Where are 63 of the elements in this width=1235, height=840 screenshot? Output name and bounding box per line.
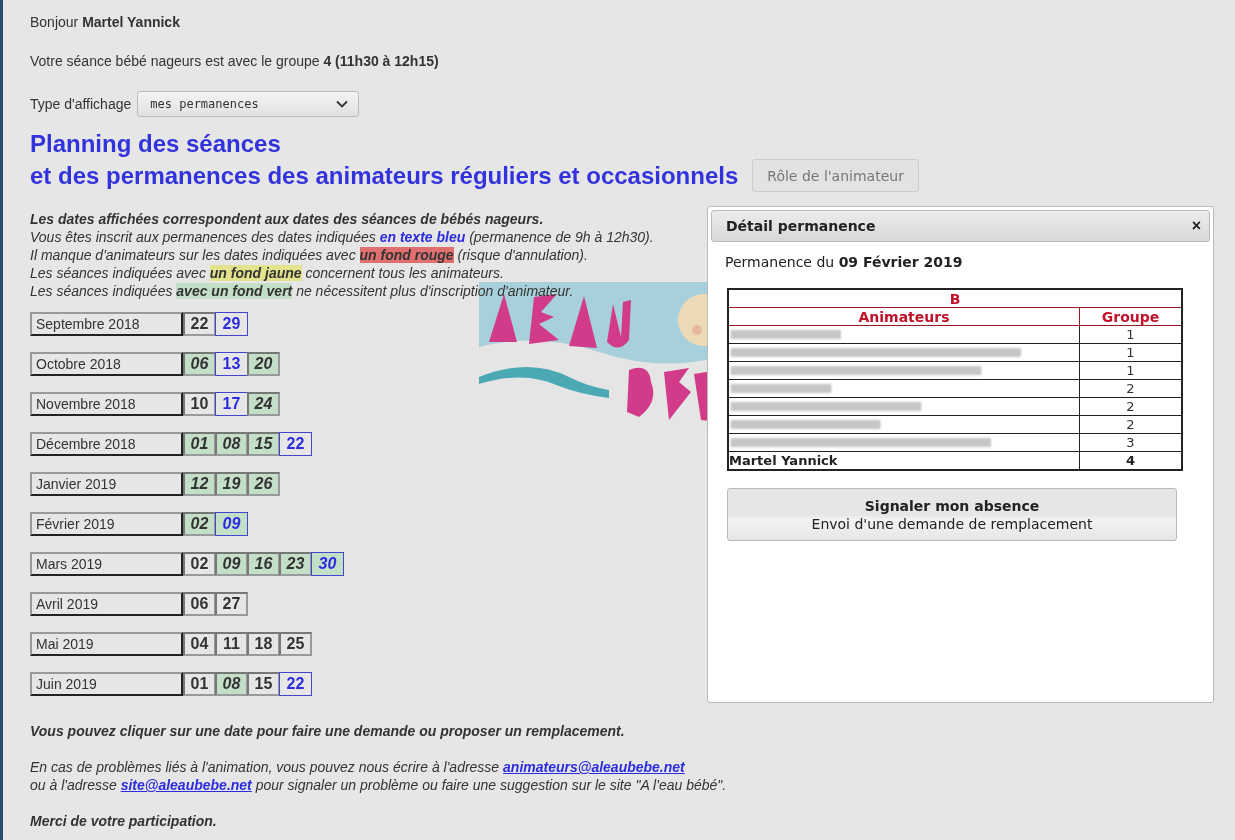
- date-cell[interactable]: 09: [215, 512, 248, 536]
- date-cell[interactable]: 22: [279, 672, 312, 696]
- table-cell: Martel Yannick: [728, 451, 1080, 470]
- absence-button[interactable]: Signaler mon absence Envoi d'une demande de remplacement: [727, 488, 1177, 541]
- month-label: Janvier 2019: [30, 472, 183, 496]
- date-cell[interactable]: 29: [215, 312, 248, 336]
- dialog-title: Détail permanence: [726, 218, 876, 234]
- month-label: Juin 2019: [30, 672, 183, 696]
- date-cell[interactable]: 01: [183, 432, 216, 456]
- email-link[interactable]: animateurs@aleaubebe.net: [503, 759, 685, 775]
- date-cell[interactable]: 11: [215, 632, 248, 656]
- month-label: Novembre 2018: [30, 392, 183, 416]
- date-cell[interactable]: 19: [215, 472, 248, 496]
- date-cell[interactable]: 15: [247, 672, 280, 696]
- footer-text: En cas de problèmes liés à l'animation, vous pouvez nous écrire à l'adresse animateurs@aleaubebe.net: [30, 758, 685, 776]
- date-cell[interactable]: 08: [215, 432, 248, 456]
- month-label: Février 2019: [30, 512, 183, 536]
- legend-text: Vous êtes inscrit aux permanences des dates indiquées en texte bleu (permanence de 9h à 12h30).: [30, 228, 654, 246]
- footer-text: ou à l'adresse site@aleaubebe.net pour signaler un problème ou faire une suggestion sur le site "A l'eau bébé".: [30, 776, 727, 794]
- date-cell[interactable]: 09: [215, 552, 248, 576]
- date-cell[interactable]: 06: [183, 352, 216, 376]
- date-cell[interactable]: 25: [279, 632, 312, 656]
- footer-text: Vous pouvez cliquer sur une date pour faire une demande ou proposer un remplacement.: [30, 722, 625, 740]
- month-label: Mars 2019: [30, 552, 183, 576]
- date-cell[interactable]: 08: [215, 672, 248, 696]
- session-text: Votre séance bébé nageurs est avec le groupe 4 (11h30 à 12h15): [30, 52, 440, 70]
- display-type-select[interactable]: mes permanences: [137, 91, 360, 117]
- month-label: Décembre 2018: [30, 432, 183, 456]
- date-cell[interactable]: 06: [183, 592, 216, 616]
- date-cell[interactable]: 12: [183, 472, 216, 496]
- month-label: Septembre 2018: [30, 312, 183, 336]
- legend-text: Les séances indiquées avec un fond vert ne nécessitent plus d'inscription d'animateur.: [30, 282, 574, 300]
- page-title: et des permanences des animateurs réguliers et occasionnels: [30, 160, 739, 191]
- display-type-label: Type d'affichage: [30, 96, 132, 112]
- close-button[interactable]: ×: [1191, 217, 1201, 235]
- date-cell[interactable]: 18: [247, 632, 280, 656]
- column-header: Animateurs: [728, 307, 1080, 326]
- date-cell[interactable]: 15: [247, 432, 280, 456]
- date-cell[interactable]: 02: [183, 512, 216, 536]
- month-label: Octobre 2018: [30, 352, 183, 376]
- email-link[interactable]: site@aleaubebe.net: [120, 777, 252, 793]
- date-cell[interactable]: 20: [247, 352, 280, 376]
- legend-text: Les séances indiquées avec un fond jaune concernent tous les animateurs.: [30, 264, 504, 282]
- page-title: Planning des séances: [30, 129, 281, 159]
- footer-text: Merci de votre participation.: [30, 812, 217, 830]
- date-cell[interactable]: 27: [215, 592, 248, 616]
- date-cell[interactable]: 22: [183, 312, 216, 336]
- greeting-text: Bonjour Martel Yannick: [30, 13, 181, 31]
- date-cell[interactable]: 23: [279, 552, 312, 576]
- date-cell[interactable]: 26: [247, 472, 280, 496]
- month-label: Mai 2019: [30, 632, 183, 656]
- role-button[interactable]: Rôle de l'animateur: [752, 159, 919, 192]
- legend-text: Les dates affichées correspondent aux dates des séances de bébés nageurs.: [30, 210, 544, 228]
- caret-icon: [336, 100, 349, 108]
- date-cell[interactable]: 16: [247, 552, 280, 576]
- dialog-subtitle: Permanence du 09 Février 2019: [725, 254, 964, 270]
- date-cell[interactable]: 04: [183, 632, 216, 656]
- month-label: Avril 2019: [30, 592, 183, 616]
- date-cell[interactable]: 24: [247, 392, 280, 416]
- date-cell[interactable]: 22: [279, 432, 312, 456]
- date-cell[interactable]: 30: [311, 552, 344, 576]
- legend-text: Il manque d'animateurs sur les dates indiquées avec un fond rouge (risque d'annulation).: [30, 246, 588, 264]
- date-cell[interactable]: 10: [183, 392, 216, 416]
